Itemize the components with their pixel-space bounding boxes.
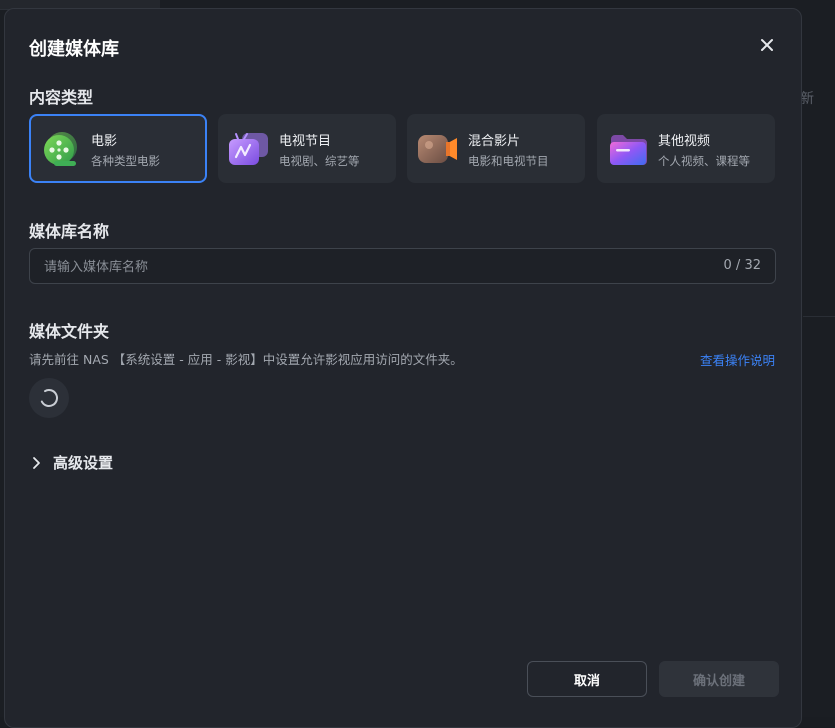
close-button[interactable] [757,35,777,55]
spinner-icon [39,388,59,408]
advanced-settings-label: 高级设置 [53,452,113,473]
type-card-name: 电影 [91,130,117,149]
background-divider [803,316,835,317]
help-link[interactable]: 查看操作说明 [700,350,775,369]
background-text: 新 [800,88,814,108]
char-counter: 0 / 32 [724,258,761,273]
cancel-button[interactable]: 取消 [527,661,647,697]
type-card-movie[interactable]: 电影 各种类型电影 [29,114,207,183]
movie-reel-icon [40,131,82,167]
type-card-desc: 个人视频、课程等 [658,153,750,169]
video-camera-icon [417,131,459,167]
confirm-create-button[interactable]: 确认创建 [659,661,779,697]
type-card-other[interactable]: 其他视频 个人视频、课程等 [597,114,775,183]
type-card-tv[interactable]: 电视节目 电视剧、综艺等 [218,114,396,183]
close-icon [757,35,777,55]
content-type-label: 内容类型 [29,84,93,108]
loading-spinner [29,378,69,418]
chevron-right-icon [31,456,43,470]
dialog-title: 创建媒体库 [29,35,119,61]
type-card-desc: 电影和电视节目 [468,153,549,169]
type-card-desc: 电视剧、综艺等 [279,153,360,169]
type-card-name: 混合影片 [468,130,520,149]
type-card-name: 电视节目 [279,130,331,149]
media-folder-hint: 请先前往 NAS 【系统设置 - 应用 - 影视】中设置允许影视应用访问的文件夹… [29,349,463,368]
library-name-label: 媒体库名称 [29,218,109,242]
folder-icon [607,131,649,167]
type-card-desc: 各种类型电影 [91,153,160,169]
type-card-name: 其他视频 [658,130,710,149]
create-library-dialog: 创建媒体库 内容类型 电影 各种类型电影 [4,8,802,728]
tv-show-icon [228,131,270,167]
type-card-mixed[interactable]: 混合影片 电影和电视节目 [407,114,585,183]
library-name-field[interactable]: 0 / 32 [29,248,776,284]
library-name-input[interactable] [42,249,686,285]
media-folder-label: 媒体文件夹 [29,318,109,342]
